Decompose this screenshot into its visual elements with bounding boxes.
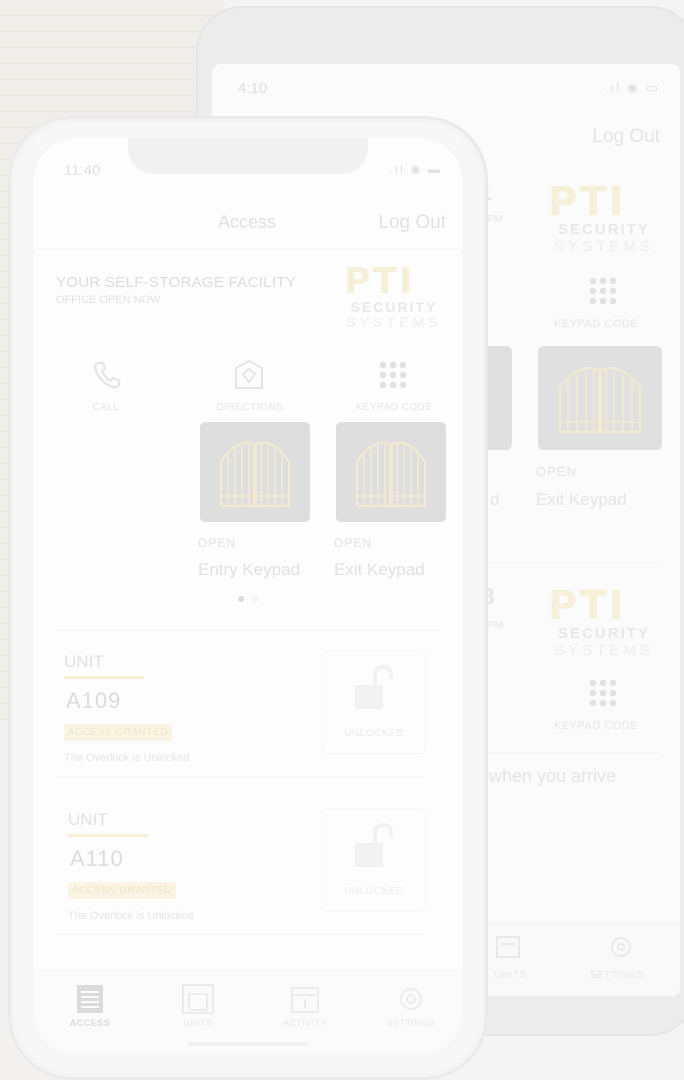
call-label[interactable]: CALL [74, 402, 138, 413]
keypad-icon[interactable] [378, 360, 408, 390]
logo-letters: PTI [344, 261, 415, 302]
units-icon[interactable] [496, 936, 520, 958]
gate-name: Exit Keypad [536, 490, 627, 509]
overlock-note: The Overlock is Unlocked [64, 752, 190, 764]
logout-link[interactable]: Log Out [592, 126, 660, 148]
directions-label[interactable]: DIRECTIONS [204, 402, 296, 413]
unlock-icon [355, 823, 393, 867]
gate-icon [220, 441, 290, 507]
unlock-button[interactable]: UNLOCKED [322, 808, 426, 912]
unit-id: A109 [66, 688, 122, 713]
pti-logo-2: PTI SECURITY SYSTEMS [548, 586, 660, 659]
keypad-icon[interactable] [588, 276, 618, 306]
page-title: Access [218, 212, 277, 232]
phone-notch [128, 138, 368, 174]
status-badge: ACCESS GRANTED [68, 882, 176, 899]
office-status: OFFICE OPEN NOW [56, 294, 161, 306]
unlock-icon [355, 665, 393, 709]
nav-units[interactable]: UNITS [158, 1018, 238, 1028]
row-divider [54, 934, 424, 935]
facility-name: YOUR SELF-STORAGE FACILITY [56, 274, 297, 291]
lock-status: UNLOCKED [344, 728, 404, 739]
gate-status-exit: OPEN [334, 536, 373, 550]
logo-systems: SYSTEMS [554, 641, 654, 659]
units-icon[interactable] [182, 984, 214, 1014]
page-dot[interactable] [252, 596, 258, 602]
status-time: 11:40 [64, 162, 101, 179]
logo-security: SECURITY [558, 221, 650, 238]
gate-name-partial: d [490, 490, 500, 509]
time-text: PM [488, 214, 503, 225]
section-divider [54, 630, 442, 631]
unit-label: UNIT [68, 810, 108, 829]
unit-label: UNIT [64, 652, 104, 671]
overlock-note: The Overlock is Unlocked [68, 910, 194, 922]
logo-security: SECURITY [558, 625, 650, 642]
logo-systems: SYSTEMS [346, 314, 442, 331]
phone-icon[interactable] [92, 360, 122, 390]
logo-security: SECURITY [350, 299, 438, 315]
bottom-nav: ACCESS UNITS ACTIVITY SETTINGS [34, 969, 462, 1054]
gate-status-entry: OPEN [198, 536, 237, 550]
divider [458, 562, 660, 563]
pti-logo: PTI SECURITY SYSTEMS [344, 264, 444, 331]
storage-icon[interactable] [76, 984, 104, 1014]
calendar-icon[interactable] [290, 984, 320, 1014]
status-time: 4:10 [238, 80, 268, 97]
gate-icon [356, 441, 426, 507]
unit-underline [64, 676, 144, 679]
gate-name-entry: Entry Keypad [198, 560, 301, 579]
status-icons: .ıl ◉ ▬ [389, 162, 442, 176]
logo-letters: PTI [548, 179, 626, 225]
unlock-button[interactable]: UNLOCKED [322, 650, 426, 754]
nav-access[interactable]: ACCESS [50, 1018, 130, 1028]
gate-card-exit[interactable] [336, 422, 446, 522]
home-indicator[interactable] [188, 1042, 308, 1046]
gate-status: OPEN [536, 464, 577, 479]
logout-link[interactable]: Log Out [378, 212, 446, 234]
gate-card-entry[interactable] [200, 422, 310, 522]
status-badge: ACCESS GRANTED [64, 724, 172, 741]
nav-units[interactable]: UNITS [494, 970, 527, 981]
gear-icon[interactable] [608, 934, 634, 960]
unit-underline [68, 834, 148, 837]
keypad-code-label[interactable]: KEYPAD CODE [554, 318, 638, 330]
keypad-code-label-2[interactable]: KEYPAD CODE [554, 720, 638, 732]
keypad-icon[interactable] [588, 678, 618, 708]
header-divider [34, 248, 462, 249]
logo-systems: SYSTEMS [554, 237, 654, 255]
gate-card-exit[interactable] [538, 346, 662, 450]
nav-settings[interactable]: SETTINGS [371, 1018, 451, 1028]
arrive-message: e when you arrive [474, 766, 617, 786]
row-divider [54, 776, 424, 777]
keypad-code-label[interactable]: KEYPAD CODE [344, 402, 444, 413]
gear-icon[interactable] [396, 984, 426, 1014]
divider [458, 752, 660, 753]
page-dot-active[interactable] [238, 596, 244, 602]
logo-letters: PTI [548, 583, 626, 629]
map-icon[interactable] [232, 358, 266, 392]
status-icons: .ıl ◉ ▭ [605, 80, 660, 95]
pti-logo: PTI SECURITY SYSTEMS [548, 182, 660, 255]
lock-status: UNLOCKED [344, 886, 404, 897]
gate-icon [559, 367, 641, 433]
front-phone-screen: 11:40 .ıl ◉ ▬ Access Log Out YOUR SELF-S… [34, 138, 462, 1054]
unit-id: A110 [70, 846, 124, 871]
nav-settings[interactable]: SETTINGS [590, 970, 644, 981]
nav-activity[interactable]: ACTIVITY [265, 1018, 345, 1028]
gate-name-exit: Exit Keypad [334, 560, 425, 579]
time-text-2: PM [488, 620, 503, 631]
